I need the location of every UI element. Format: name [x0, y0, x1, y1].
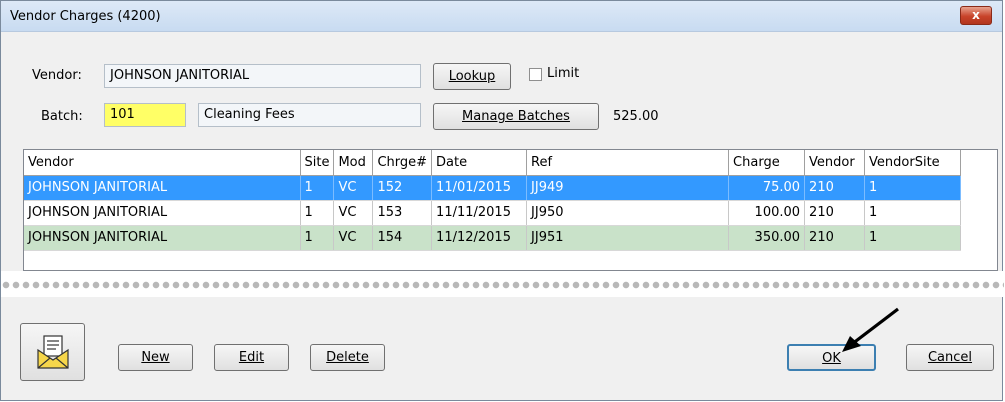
cell-vendor-site: 1 [864, 175, 962, 201]
delete-button-label: Delete [326, 350, 369, 365]
cell-charge: 100.00 [728, 200, 806, 226]
cell-vendor-site: 1 [864, 225, 962, 251]
cell-charge-number: 152 [372, 175, 433, 201]
cell-mod: VC [333, 225, 374, 251]
cell-site: 1 [300, 200, 335, 226]
lookup-button-label: Lookup [448, 69, 496, 84]
cell-site: 1 [300, 175, 335, 201]
col-header-site[interactable]: Site [300, 150, 335, 176]
cell-charge-number: 154 [372, 225, 433, 251]
col-header-date[interactable]: Date [431, 150, 528, 176]
batch-name-field: Cleaning Fees [198, 103, 421, 127]
vendor-label: Vendor: [32, 68, 82, 83]
manage-batches-button[interactable]: Manage Batches [433, 103, 599, 130]
title-bar: Vendor Charges (4200) x [1, 1, 1002, 32]
cell-vendor: JOHNSON JANITORIAL [24, 175, 301, 201]
table-row[interactable]: JOHNSON JANITORIAL 1 VC 153 11/11/2015 J… [24, 200, 962, 226]
manage-batches-label: Manage Batches [462, 109, 570, 124]
cell-charge: 350.00 [728, 225, 806, 251]
cell-vendor-number: 210 [804, 200, 866, 226]
table-row[interactable]: JOHNSON JANITORIAL 1 VC 154 11/12/2015 J… [24, 225, 962, 251]
cell-mod: VC [333, 175, 374, 201]
col-header-charge[interactable]: Charge [728, 150, 806, 176]
cell-ref: JJ950 [526, 200, 730, 226]
table-row[interactable]: JOHNSON JANITORIAL 1 VC 152 11/01/2015 J… [24, 175, 962, 201]
col-header-vendor-site[interactable]: VendorSite [864, 150, 962, 176]
cell-ref: JJ949 [526, 175, 730, 201]
edit-button-label: Edit [238, 350, 265, 365]
vendor-charges-window: Vendor Charges (4200) x Vendor: JOHNSON … [0, 0, 1004, 401]
cell-charge: 75.00 [728, 175, 806, 201]
new-button[interactable]: New [118, 344, 193, 371]
cell-date: 11/01/2015 [431, 175, 528, 201]
cancel-button-label: Cancel [927, 350, 973, 365]
window-title: Vendor Charges (4200) [10, 9, 161, 24]
charges-grid[interactable]: Vendor Site Mod Chrge# Date Ref Charge V… [23, 149, 998, 271]
pointer-arrow-icon [842, 307, 899, 352]
cell-vendor: JOHNSON JANITORIAL [24, 225, 301, 251]
cell-vendor: JOHNSON JANITORIAL [24, 200, 301, 226]
lookup-button[interactable]: Lookup [433, 63, 511, 90]
col-header-ref[interactable]: Ref [526, 150, 730, 176]
new-button-label: New [141, 350, 170, 365]
cell-ref: JJ951 [526, 225, 730, 251]
col-header-vendor[interactable]: Vendor [24, 150, 301, 176]
cell-vendor-site: 1 [864, 200, 962, 226]
col-header-charge-number[interactable]: Chrge# [372, 150, 433, 176]
close-button[interactable]: x [960, 6, 992, 25]
delete-button[interactable]: Delete [310, 344, 385, 371]
vendor-field[interactable]: JOHNSON JANITORIAL [104, 64, 421, 88]
cell-site: 1 [300, 225, 335, 251]
limit-checkbox[interactable] [529, 68, 542, 81]
cell-vendor-number: 210 [804, 225, 866, 251]
grid-header-row: Vendor Site Mod Chrge# Date Ref Charge V… [24, 150, 962, 176]
cell-charge-number: 153 [372, 200, 433, 226]
col-header-vendor-number[interactable]: Vendor [804, 150, 866, 176]
close-icon: x [972, 8, 980, 22]
limit-label: Limit [547, 66, 580, 81]
batch-number-field[interactable]: 101 [104, 103, 186, 127]
col-header-mod[interactable]: Mod [333, 150, 374, 176]
envelope-document-icon [37, 335, 69, 369]
cancel-button[interactable]: Cancel [906, 344, 994, 371]
cell-vendor-number: 210 [804, 175, 866, 201]
torn-edge-divider [1, 271, 1004, 297]
cell-mod: VC [333, 200, 374, 226]
cell-date: 11/11/2015 [431, 200, 528, 226]
batch-total: 525.00 [613, 109, 659, 124]
charges-table: Vendor Site Mod Chrge# Date Ref Charge V… [24, 150, 962, 251]
email-button[interactable] [20, 323, 85, 381]
edit-button[interactable]: Edit [214, 344, 289, 371]
batch-label: Batch: [41, 109, 83, 124]
cell-date: 11/12/2015 [431, 225, 528, 251]
